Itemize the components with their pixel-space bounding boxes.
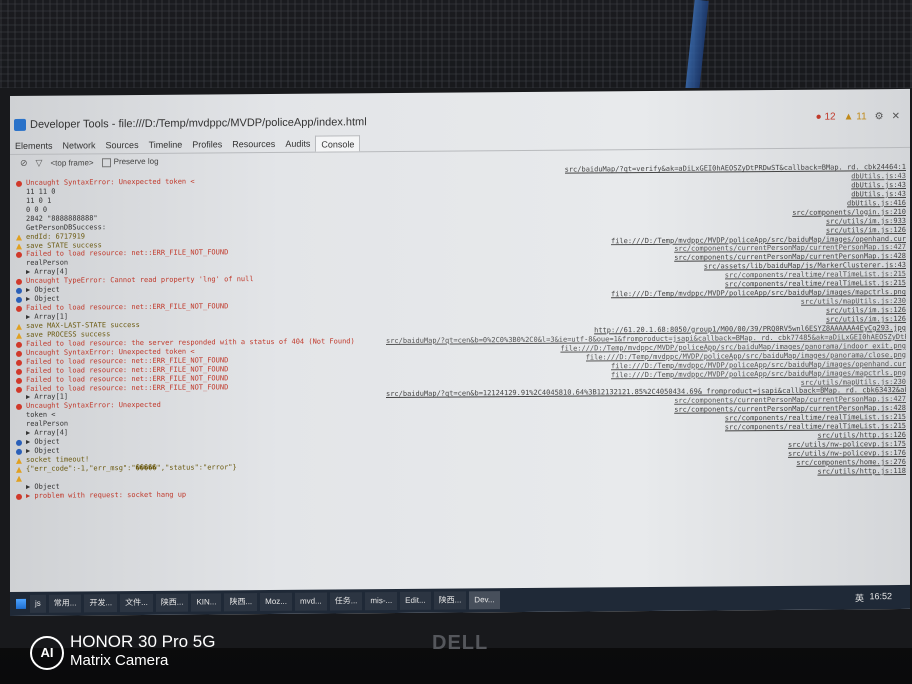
error-icon (16, 377, 22, 384)
console-message: 0 0 0 (26, 205, 48, 214)
taskbar-clock[interactable]: 16:52 (869, 591, 892, 601)
info-icon (16, 297, 22, 304)
error-icon (16, 404, 22, 411)
taskbar-item[interactable]: 陕西... (224, 593, 258, 612)
window-title: Developer Tools - file:///D:/Temp/mvdppc… (30, 116, 367, 131)
warning-count: 11 (856, 111, 867, 123)
console-source-link[interactable]: dbUtils.js:416 (847, 199, 906, 208)
warning-icon (16, 234, 22, 240)
error-icon (16, 493, 22, 500)
warning-icon (16, 458, 22, 464)
taskbar-item[interactable]: 陕西... (433, 591, 467, 610)
settings-gear-icon[interactable]: ⚙ (875, 111, 884, 122)
console-source-link[interactable]: dbUtils.js:43 (851, 190, 906, 199)
error-icon (16, 252, 22, 259)
console-message: token < (26, 410, 56, 420)
taskbar-item[interactable]: mis-... (365, 591, 398, 611)
tab-profiles[interactable]: Profiles (187, 136, 227, 152)
console-message[interactable]: ▶ Array[1] (26, 313, 68, 322)
taskbar-item[interactable]: 陕西... (155, 593, 189, 612)
monitor-brand-logo: DELL (432, 632, 489, 654)
console-message[interactable]: ▶ Object (26, 482, 60, 491)
error-icon (16, 180, 22, 187)
error-icon (16, 386, 22, 393)
console-message[interactable]: ▶ Array[4] (26, 429, 68, 438)
info-icon (16, 288, 22, 295)
tab-console[interactable]: Console (315, 135, 361, 152)
tab-timeline[interactable]: Timeline (144, 137, 188, 153)
error-icon (16, 341, 22, 348)
taskbar-item[interactable]: Dev... (469, 591, 500, 610)
warning-count-badge[interactable]: ▲ 11 (844, 111, 867, 122)
console-message[interactable]: ▶ Array[4] (26, 268, 68, 277)
console-message[interactable]: ▶ Array[1] (26, 393, 68, 402)
console-messages: src/baiduMap/?qt=verify&ak=aDiLxGEI0hAEO… (16, 163, 906, 501)
console-message: endId: 6717919 (26, 231, 86, 241)
console-message: realPerson (26, 419, 69, 429)
warning-icon (16, 467, 22, 473)
warning-icon (16, 324, 22, 330)
taskbar-item[interactable]: Edit... (400, 591, 431, 610)
error-count-badge[interactable]: ● 12 (816, 112, 836, 123)
error-icon (16, 359, 22, 366)
taskbar-item[interactable]: 常用... (48, 594, 82, 613)
taskbar-item[interactable]: 文件... (120, 593, 153, 613)
tab-audits[interactable]: Audits (280, 136, 315, 152)
info-icon (16, 448, 22, 456)
preserve-log-toggle[interactable]: Preserve log (101, 157, 159, 167)
console-message[interactable]: ▶ Object (26, 447, 60, 456)
tab-elements[interactable]: Elements (10, 138, 58, 154)
taskbar-item[interactable]: KIN... (191, 593, 222, 612)
console-message[interactable]: ▶ Object (26, 295, 60, 304)
console-message: 11 0 1 (26, 196, 52, 205)
console-message[interactable]: ▶ Object (26, 286, 60, 295)
error-count: 12 (824, 111, 836, 123)
photo-scene: Developer Tools - file:///D:/Temp/mvdppc… (0, 0, 912, 684)
devtools-app-icon (14, 118, 26, 131)
ai-camera-logo: AI (30, 636, 64, 670)
error-icon (16, 350, 22, 357)
info-icon (16, 440, 22, 447)
console-source-link[interactable]: dbUtils.js:43 (851, 172, 906, 181)
tab-network[interactable]: Network (58, 137, 101, 153)
close-icon[interactable]: ✕ (892, 111, 900, 122)
title-bar-status: ● 12 ▲ 11 ⚙ ✕ (816, 111, 900, 123)
start-icon[interactable] (16, 598, 26, 609)
warning-icon (16, 333, 22, 339)
taskbar-items: js 常用... 开发... 文件... 陕西... KIN... 陕西... Moz... m… (30, 591, 500, 613)
console-message: realPerson (26, 258, 69, 268)
tab-resources[interactable]: Resources (227, 136, 280, 152)
console-source-link[interactable]: dbUtils.js:43 (851, 181, 906, 190)
taskbar-item[interactable]: 开发... (84, 594, 118, 613)
preserve-log-checkbox[interactable] (101, 157, 111, 167)
error-icon (16, 279, 22, 286)
console-message[interactable]: ▶ problem with request: socket hang up (26, 490, 186, 500)
console-message: 11 11 0 (26, 187, 56, 196)
monitor-screen: Developer Tools - file:///D:/Temp/mvdppc… (10, 88, 910, 616)
clear-console-icon[interactable]: ⊘ (20, 157, 28, 168)
tab-sources[interactable]: Sources (101, 137, 144, 153)
taskbar-item[interactable]: Moz... (260, 592, 292, 612)
preserve-log-label: Preserve log (113, 157, 159, 167)
frame-selector[interactable]: <top frame> (50, 158, 93, 167)
warning-icon (16, 243, 22, 249)
watermark-camera: Matrix Camera (70, 652, 169, 669)
taskbar-item[interactable]: 任务... (329, 592, 363, 611)
warning-icon (16, 476, 22, 482)
taskbar-item[interactable]: mvd... (294, 592, 327, 611)
filter-icon[interactable]: ▽ (36, 157, 43, 168)
error-icon (16, 305, 22, 313)
error-icon (16, 368, 22, 375)
taskbar-item[interactable]: js (30, 594, 46, 613)
ime-indicator[interactable]: 英 (855, 591, 864, 604)
console-message[interactable]: ▶ Object (26, 438, 60, 447)
watermark-model: HONOR 30 Pro 5G (70, 632, 216, 651)
